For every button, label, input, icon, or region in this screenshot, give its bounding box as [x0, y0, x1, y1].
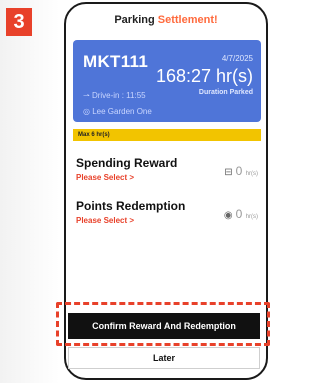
drive-in-text: Drive-in : 11:55 — [91, 91, 146, 100]
later-button[interactable]: Later — [68, 347, 260, 369]
spending-reward-title: Spending Reward — [76, 156, 178, 170]
parking-card: MKT111 4/7/2025 168:27 hr(s) Duration Pa… — [73, 40, 261, 122]
points-redemption-unit: hr(s) — [245, 214, 258, 220]
points-redemption-select-link[interactable]: Please Select > — [76, 216, 134, 225]
points-redemption-title: Points Redemption — [76, 199, 186, 213]
spending-reward-select-link[interactable]: Please Select > — [76, 173, 134, 182]
duration-label: Duration Parked — [198, 89, 253, 96]
page-title: Parking Settlement! — [66, 14, 266, 26]
receipt-icon: ⊟ — [224, 167, 233, 178]
step-number-badge: 3 — [6, 8, 32, 36]
car-icon: ⇀ — [83, 91, 90, 100]
points-coin-icon: ◉ — [223, 210, 233, 221]
spending-reward-hours: 0 — [235, 164, 243, 178]
points-redemption-value: ◉ 0 hr(s) — [224, 207, 258, 221]
location-pin-icon: ◎ — [83, 107, 90, 116]
parking-date: 4/7/2025 — [221, 54, 253, 63]
max-hours-notice: Max 6 hr(s) — [73, 129, 261, 141]
license-plate: MKT111 — [83, 52, 149, 71]
drive-in-time: ⇀ Drive-in : 11:55 — [83, 91, 146, 100]
confirm-reward-button[interactable]: Confirm Reward And Redemption — [68, 313, 260, 339]
location-text: Lee Garden One — [92, 107, 152, 116]
title-accent: Settlement! — [157, 14, 218, 26]
duration-value: 168:27 hr(s) — [155, 66, 253, 86]
title-prefix: Parking — [114, 14, 158, 26]
points-redemption-hours: 0 — [235, 207, 243, 221]
spending-reward-value: ⊟ 0 hr(s) — [224, 164, 258, 178]
location: ◎ Lee Garden One — [83, 107, 152, 116]
spending-reward-unit: hr(s) — [245, 171, 258, 177]
